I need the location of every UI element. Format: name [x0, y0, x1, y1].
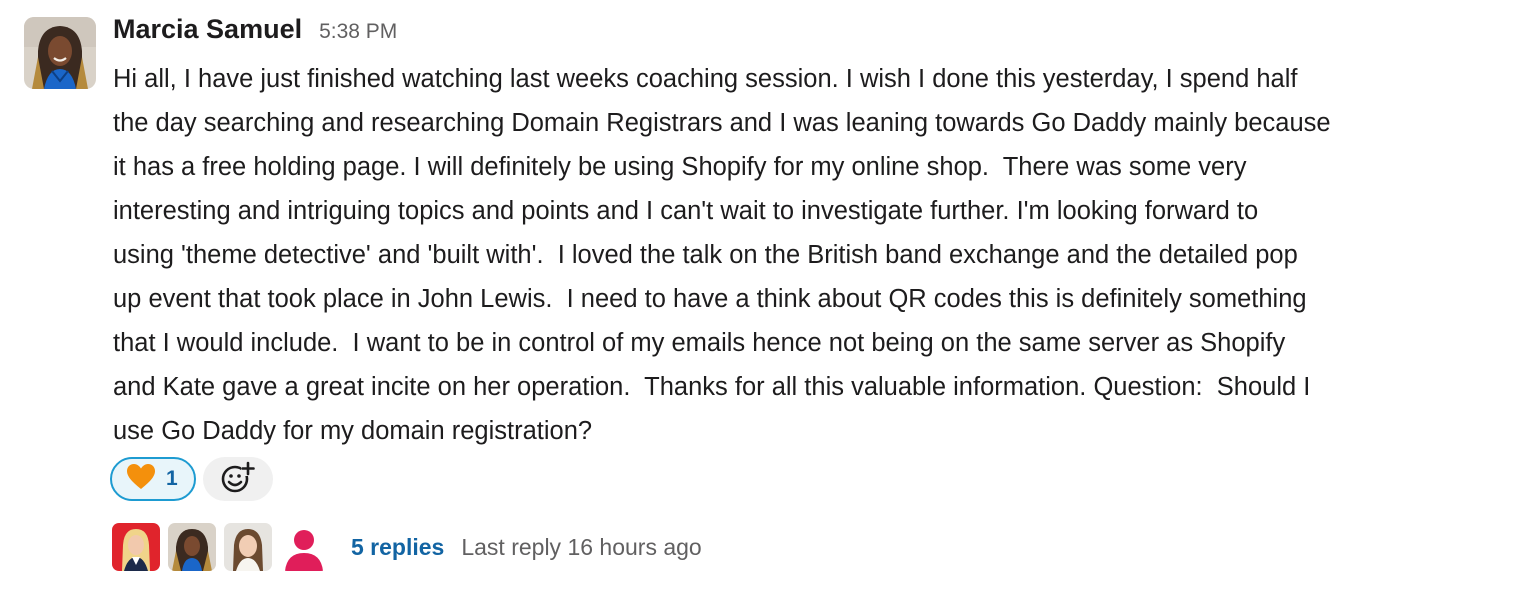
- sender-avatar[interactable]: [24, 17, 96, 89]
- message-body-line: using 'theme detective' and 'built with'…: [113, 241, 1298, 269]
- thread-summary[interactable]: 5 replies Last reply 16 hours ago: [112, 523, 702, 571]
- add-emoji-icon: [221, 460, 255, 499]
- reactions-bar: 1: [110, 457, 273, 501]
- reaction-orange-heart[interactable]: 1: [110, 457, 196, 501]
- message-body-line: that I would include. I want to be in co…: [113, 329, 1286, 357]
- message: Marcia Samuel 5:38 PM Hi all, I have jus…: [0, 0, 1540, 590]
- sender-name[interactable]: Marcia Samuel: [113, 14, 302, 45]
- message-body-line: use Go Daddy for my domain registration?: [113, 417, 593, 445]
- message-body-line: it has a free holding page. I will defin…: [113, 153, 1247, 181]
- sender-avatar-image: [24, 17, 96, 89]
- reply-avatar: [168, 523, 216, 571]
- reply-avatar: [224, 523, 272, 571]
- reply-avatar-default: [280, 523, 328, 571]
- message-header: Marcia Samuel 5:38 PM: [113, 14, 397, 54]
- message-body-line: and Kate gave a great incite on her oper…: [113, 373, 1311, 401]
- last-reply-text: Last reply 16 hours ago: [461, 533, 702, 560]
- orange-heart-icon: [126, 463, 156, 496]
- add-reaction-button[interactable]: [202, 457, 273, 501]
- replies-link[interactable]: 5 replies: [351, 534, 444, 561]
- message-body: Hi all, I have just finished watching la…: [113, 57, 1513, 453]
- message-body-line: Hi all, I have just finished watching la…: [113, 65, 1298, 93]
- reply-avatar: [112, 523, 160, 571]
- user-silhouette-icon: [280, 523, 328, 571]
- message-body-line: the day searching and researching Domain…: [113, 109, 1331, 137]
- message-body-line: up event that took place in John Lewis. …: [113, 285, 1307, 313]
- message-body-line: interesting and intriguing topics and po…: [113, 197, 1259, 225]
- reaction-count: 1: [166, 467, 178, 490]
- message-timestamp[interactable]: 5:38 PM: [319, 20, 397, 44]
